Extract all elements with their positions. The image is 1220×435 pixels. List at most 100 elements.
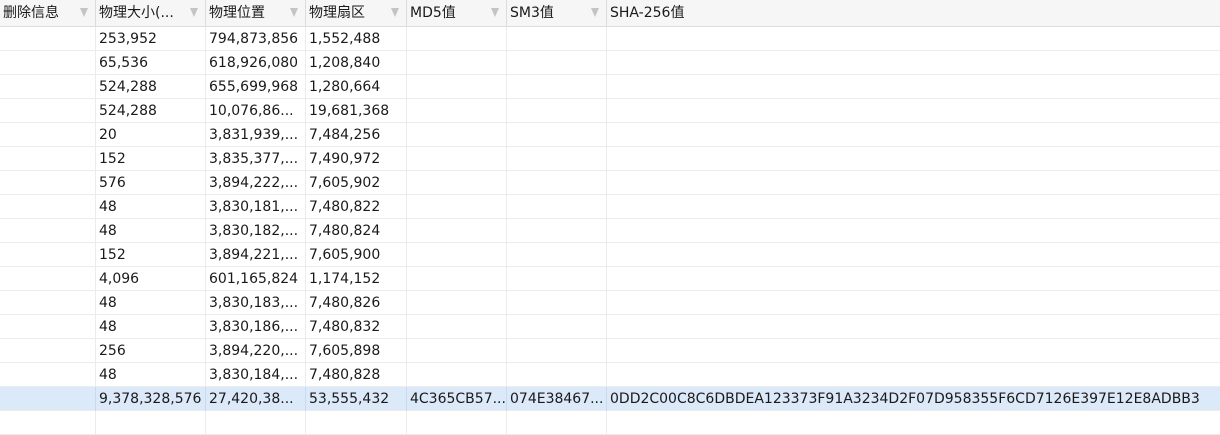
cell-physical-position[interactable]: 3,894,222,... [206,171,306,195]
table-row[interactable]: 48 3,830,182,... 7,480,824 [0,219,1220,243]
table-row[interactable]: 20 3,831,939,... 7,484,256 [0,123,1220,147]
cell-md5[interactable] [407,99,507,123]
cell-delete-info[interactable] [0,27,96,51]
cell-sha256[interactable] [607,291,1220,315]
table-row[interactable]: 48 3,830,186,... 7,480,832 [0,315,1220,339]
cell-md5[interactable] [407,195,507,219]
cell-md5[interactable] [407,147,507,171]
table-row[interactable]: 253,952 794,873,856 1,552,488 [0,27,1220,51]
cell-md5[interactable]: 4C365CB57... [407,387,507,411]
cell-physical-size[interactable]: 524,288 [96,99,206,123]
cell-delete-info[interactable] [0,243,96,267]
cell-sm3[interactable] [507,315,607,339]
cell-physical-sector[interactable]: 7,605,902 [306,171,407,195]
filter-icon[interactable] [190,8,198,17]
cell-physical-size[interactable]: 20 [96,123,206,147]
table-row[interactable]: 576 3,894,222,... 7,605,902 [0,171,1220,195]
table-row[interactable]: 48 3,830,184,... 7,480,828 [0,363,1220,387]
cell-delete-info[interactable] [0,363,96,387]
cell-physical-sector[interactable]: 7,480,822 [306,195,407,219]
cell-sha256[interactable] [607,315,1220,339]
filter-icon[interactable] [491,8,499,17]
cell-delete-info[interactable] [0,99,96,123]
cell-delete-info[interactable] [0,267,96,291]
cell-physical-size[interactable]: 48 [96,315,206,339]
cell-sha256[interactable] [607,243,1220,267]
cell-physical-position[interactable]: 3,830,186,... [206,315,306,339]
cell-physical-sector[interactable]: 7,484,256 [306,123,407,147]
cell-physical-size[interactable]: 253,952 [96,27,206,51]
cell-physical-position[interactable]: 3,830,184,... [206,363,306,387]
cell-sm3[interactable] [507,147,607,171]
cell-physical-sector[interactable]: 7,490,972 [306,147,407,171]
cell-delete-info[interactable] [0,195,96,219]
cell-delete-info[interactable] [0,147,96,171]
cell-sm3[interactable] [507,363,607,387]
cell-physical-size[interactable]: 256 [96,339,206,363]
cell-sha256[interactable]: 0DD2C00C8C6DBDEA123373F91A3234D2F07D9583… [607,387,1220,411]
cell-physical-sector[interactable]: 53,555,432 [306,387,407,411]
column-header-sm3[interactable]: SM3值 [507,0,607,27]
cell-physical-sector[interactable]: 19,681,368 [306,99,407,123]
column-header-md5[interactable]: MD5值 [407,0,507,27]
filter-icon[interactable] [290,8,298,17]
cell-sha256[interactable] [607,99,1220,123]
filter-icon[interactable] [80,8,88,17]
cell-sm3[interactable] [507,27,607,51]
cell-physical-position[interactable]: 3,830,182,... [206,219,306,243]
table-row[interactable]: 48 3,830,183,... 7,480,826 [0,291,1220,315]
cell-physical-sector[interactable]: 7,480,826 [306,291,407,315]
cell-physical-position[interactable]: 27,420,38... [206,387,306,411]
cell-sha256[interactable] [607,51,1220,75]
cell-md5[interactable] [407,363,507,387]
cell-sm3[interactable] [507,291,607,315]
cell-physical-position[interactable]: 3,835,377,... [206,147,306,171]
cell-md5[interactable] [407,123,507,147]
cell-physical-size[interactable]: 9,378,328,576 [96,387,206,411]
cell-physical-size[interactable]: 65,536 [96,51,206,75]
cell-md5[interactable] [407,219,507,243]
cell-physical-sector[interactable]: 7,605,898 [306,339,407,363]
cell-md5[interactable] [407,267,507,291]
cell-delete-info[interactable] [0,339,96,363]
cell-sha256[interactable] [607,123,1220,147]
cell-sm3[interactable] [507,75,607,99]
cell-physical-sector[interactable]: 7,480,824 [306,219,407,243]
cell-physical-sector[interactable]: 1,208,840 [306,51,407,75]
cell-delete-info[interactable] [0,219,96,243]
cell-physical-position[interactable]: 601,165,824 [206,267,306,291]
cell-sha256[interactable] [607,27,1220,51]
cell-physical-sector[interactable]: 7,605,900 [306,243,407,267]
table-row[interactable]: 48 3,830,181,... 7,480,822 [0,195,1220,219]
cell-sha256[interactable] [607,75,1220,99]
cell-physical-size[interactable]: 48 [96,195,206,219]
cell-md5[interactable] [407,75,507,99]
cell-sm3[interactable] [507,267,607,291]
cell-delete-info[interactable] [0,123,96,147]
cell-sha256[interactable] [607,339,1220,363]
cell-sha256[interactable] [607,147,1220,171]
cell-md5[interactable] [407,27,507,51]
cell-physical-size[interactable]: 4,096 [96,267,206,291]
cell-sha256[interactable] [607,267,1220,291]
column-header-sha256[interactable]: SHA-256值 [607,0,1220,27]
cell-delete-info[interactable] [0,51,96,75]
cell-sha256[interactable] [607,219,1220,243]
cell-physical-position[interactable]: 3,831,939,... [206,123,306,147]
table-row[interactable]: 256 3,894,220,... 7,605,898 [0,339,1220,363]
cell-physical-position[interactable]: 618,926,080 [206,51,306,75]
cell-physical-size[interactable]: 152 [96,147,206,171]
cell-md5[interactable] [407,243,507,267]
cell-sm3[interactable] [507,123,607,147]
table-row[interactable]: 4,096 601,165,824 1,174,152 [0,267,1220,291]
cell-physical-sector[interactable]: 7,480,828 [306,363,407,387]
cell-sm3[interactable] [507,339,607,363]
cell-physical-sector[interactable]: 7,480,832 [306,315,407,339]
cell-physical-size[interactable]: 576 [96,171,206,195]
cell-physical-position[interactable]: 3,894,221,... [206,243,306,267]
cell-physical-position[interactable]: 3,894,220,... [206,339,306,363]
cell-physical-position[interactable]: 3,830,181,... [206,195,306,219]
cell-physical-size[interactable]: 524,288 [96,75,206,99]
cell-physical-position[interactable]: 655,699,968 [206,75,306,99]
cell-delete-info[interactable] [0,291,96,315]
